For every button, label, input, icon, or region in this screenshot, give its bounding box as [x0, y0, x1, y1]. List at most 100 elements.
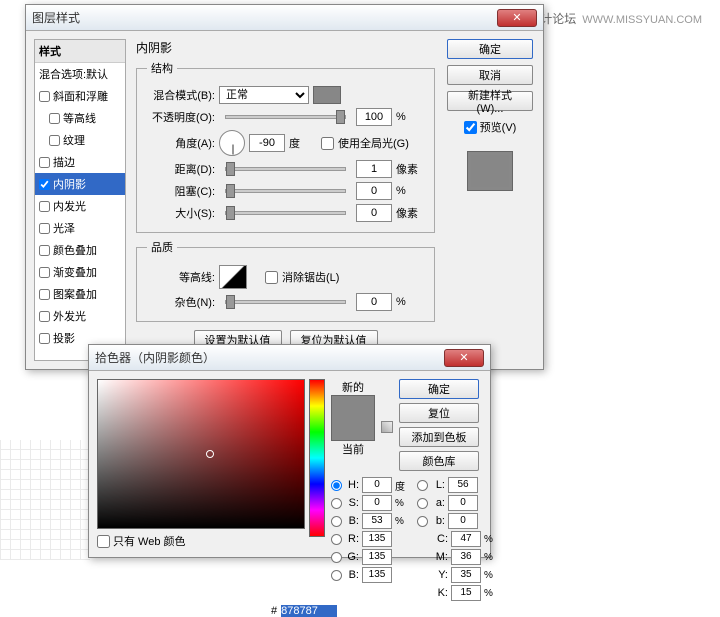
inner-shadow-checkbox[interactable]	[39, 179, 50, 190]
contour-picker[interactable]	[219, 265, 247, 289]
style-item-texture[interactable]: 纹理	[35, 129, 125, 151]
preview-checkbox[interactable]	[464, 121, 477, 134]
blend-mode-select[interactable]: 正常	[219, 86, 309, 104]
saturation-field[interactable]	[97, 379, 305, 529]
preview-label: 预览(V)	[480, 119, 517, 135]
stroke-checkbox[interactable]	[39, 157, 50, 168]
color-picker-window: 拾色器（内阴影颜色） ✕ 只有 Web 颜色 新的 当前 确定 复位	[88, 344, 491, 558]
gradient-overlay-checkbox[interactable]	[39, 267, 50, 278]
style-item-inner-glow[interactable]: 内发光	[35, 195, 125, 217]
r-radio[interactable]	[331, 534, 342, 545]
layer-style-titlebar[interactable]: 图层样式 ✕	[26, 5, 543, 31]
layer-style-window: 图层样式 ✕ 样式 混合选项:默认 斜面和浮雕 等高线 纹理 描边 内阴影 内发…	[25, 4, 544, 370]
style-item-color-overlay[interactable]: 颜色叠加	[35, 239, 125, 261]
angle-dial[interactable]	[219, 130, 245, 156]
distance-label: 距离(D):	[147, 161, 215, 177]
style-item-bevel[interactable]: 斜面和浮雕	[35, 85, 125, 107]
style-item-outer-glow[interactable]: 外发光	[35, 305, 125, 327]
blend-mode-label: 混合模式(B):	[147, 87, 215, 103]
hex-value[interactable]: 878787	[281, 605, 337, 617]
angle-value[interactable]: -90	[249, 134, 285, 152]
h-radio[interactable]	[331, 480, 342, 491]
satin-checkbox[interactable]	[39, 223, 50, 234]
color-picker-titlebar[interactable]: 拾色器（内阴影颜色） ✕	[89, 345, 490, 371]
l-radio[interactable]	[417, 480, 428, 491]
size-unit: 像素	[396, 205, 424, 221]
antialias-label: 消除锯齿(L)	[282, 269, 339, 285]
hue-strip[interactable]	[309, 379, 325, 537]
bevel-checkbox[interactable]	[39, 91, 50, 102]
c-value[interactable]: 47	[451, 531, 481, 547]
cube-icon[interactable]	[381, 421, 393, 433]
opacity-value[interactable]: 100	[356, 108, 392, 126]
structure-fieldset: 结构 混合模式(B): 正常 不透明度(O): 100 % 角度(A): -90…	[136, 60, 435, 233]
k-value[interactable]: 15	[451, 585, 481, 601]
watermark-url: WWW.MISSYUAN.COM	[582, 14, 702, 26]
ok-button[interactable]: 确定	[447, 39, 533, 59]
contour-checkbox[interactable]	[49, 113, 60, 124]
new-current-swatch[interactable]	[331, 395, 375, 441]
lb-radio[interactable]	[417, 516, 428, 527]
noise-slider[interactable]	[225, 300, 346, 304]
b-value[interactable]: 53	[362, 513, 392, 529]
texture-checkbox[interactable]	[49, 135, 60, 146]
bl-radio[interactable]	[331, 570, 342, 581]
style-item-satin[interactable]: 光泽	[35, 217, 125, 239]
opacity-slider[interactable]	[225, 115, 346, 119]
style-item-blend[interactable]: 混合选项:默认	[35, 63, 125, 85]
color-picker-title: 拾色器（内阴影颜色）	[95, 349, 444, 366]
panel-title: 内阴影	[136, 39, 435, 56]
l-value[interactable]: 56	[448, 477, 478, 493]
drop-shadow-checkbox[interactable]	[39, 333, 50, 344]
cp-ok-button[interactable]: 确定	[399, 379, 479, 399]
cancel-button[interactable]: 取消	[447, 65, 533, 85]
choke-slider[interactable]	[225, 189, 346, 193]
global-light-checkbox[interactable]	[321, 137, 334, 150]
angle-unit: 度	[289, 135, 317, 151]
color-swatch[interactable]	[313, 86, 341, 104]
g-value[interactable]: 135	[362, 549, 392, 565]
style-item-gradient-overlay[interactable]: 渐变叠加	[35, 261, 125, 283]
size-label: 大小(S):	[147, 205, 215, 221]
size-value[interactable]: 0	[356, 204, 392, 222]
pattern-overlay-checkbox[interactable]	[39, 289, 50, 300]
antialias-checkbox[interactable]	[265, 271, 278, 284]
s-value[interactable]: 0	[362, 495, 392, 511]
angle-label: 角度(A):	[147, 135, 215, 151]
a-value[interactable]: 0	[448, 495, 478, 511]
style-item-pattern-overlay[interactable]: 图案叠加	[35, 283, 125, 305]
layer-style-title: 图层样式	[32, 9, 497, 26]
noise-value[interactable]: 0	[356, 293, 392, 311]
new-style-button[interactable]: 新建样式(W)...	[447, 91, 533, 111]
choke-value[interactable]: 0	[356, 182, 392, 200]
style-item-stroke[interactable]: 描边	[35, 151, 125, 173]
add-swatch-button[interactable]: 添加到色板	[399, 427, 479, 447]
structure-legend: 结构	[147, 60, 177, 76]
style-item-inner-shadow[interactable]: 内阴影	[35, 173, 125, 195]
style-list-header: 样式	[35, 40, 125, 63]
h-value[interactable]: 0	[362, 477, 392, 493]
lb-value[interactable]: 0	[448, 513, 478, 529]
m-value[interactable]: 36	[451, 549, 481, 565]
distance-value[interactable]: 1	[356, 160, 392, 178]
size-slider[interactable]	[225, 211, 346, 215]
quality-fieldset: 品质 等高线: 消除锯齿(L) 杂色(N): 0 %	[136, 239, 435, 322]
web-only-checkbox[interactable]	[97, 535, 110, 548]
y-value[interactable]: 35	[451, 567, 481, 583]
close-icon[interactable]: ✕	[497, 9, 537, 27]
b-radio[interactable]	[331, 516, 342, 527]
close-icon[interactable]: ✕	[444, 349, 484, 367]
contour-label: 等高线:	[147, 269, 215, 285]
s-radio[interactable]	[331, 498, 342, 509]
a-radio[interactable]	[417, 498, 428, 509]
color-overlay-checkbox[interactable]	[39, 245, 50, 256]
r-value[interactable]: 135	[362, 531, 392, 547]
preview-swatch	[467, 151, 513, 191]
color-lib-button[interactable]: 颜色库	[399, 451, 479, 471]
inner-glow-checkbox[interactable]	[39, 201, 50, 212]
bl-value[interactable]: 135	[362, 567, 392, 583]
distance-slider[interactable]	[225, 167, 346, 171]
style-item-contour[interactable]: 等高线	[35, 107, 125, 129]
outer-glow-checkbox[interactable]	[39, 311, 50, 322]
cp-reset-button[interactable]: 复位	[399, 403, 479, 423]
